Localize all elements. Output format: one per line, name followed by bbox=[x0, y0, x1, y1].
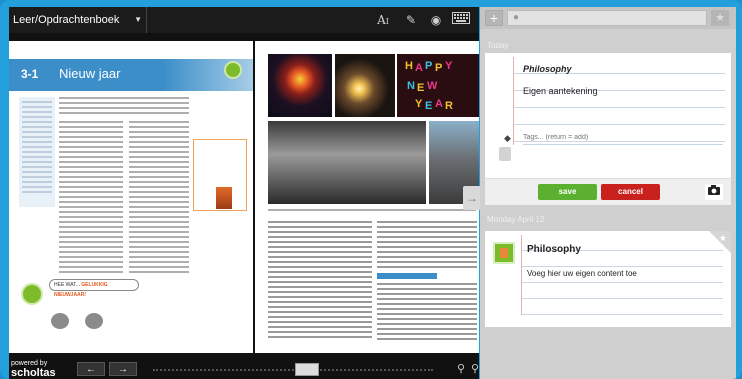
photo-caption bbox=[268, 209, 476, 214]
margin-column bbox=[19, 97, 55, 207]
zoom-in-icon[interactable]: ⚲ bbox=[455, 362, 467, 376]
scrubber-handle[interactable] bbox=[295, 363, 319, 376]
powered-by-label: powered by bbox=[11, 360, 48, 367]
brand-logo: scholtas bbox=[11, 367, 56, 379]
note-card-body: Voeg hier uw eigen content toe bbox=[527, 269, 637, 278]
page-navigation-bar: powered by scholtas ← → ⚲ ⚲ bbox=[9, 360, 479, 379]
section-heading bbox=[377, 273, 437, 279]
tag-filter-input[interactable]: ● bbox=[507, 10, 707, 26]
app-frame: Leer/Opdrachtenboek ▼ AI ✎ ◉ 3-1 Nieuw j… bbox=[0, 0, 742, 379]
note-editor: Philosophy Eigen aantekening ◆ save canc… bbox=[485, 53, 731, 205]
note-marker-icon[interactable] bbox=[224, 61, 242, 79]
intro-text bbox=[59, 97, 189, 117]
star-icon[interactable]: ★ bbox=[719, 233, 727, 244]
notes-panel: + ● ★ Today Philosophy Eigen aantekening… bbox=[480, 7, 736, 379]
star-filter-button[interactable]: ★ bbox=[711, 10, 729, 26]
bird-illustration bbox=[51, 313, 69, 329]
sparkler-photo bbox=[335, 54, 395, 117]
cartoon-illustration bbox=[29, 289, 141, 349]
chevron-down-icon: ▼ bbox=[134, 15, 142, 24]
column-2-text bbox=[377, 221, 477, 271]
viewer-toolbar: Leer/Opdrachtenboek ▼ AI ✎ ◉ bbox=[9, 7, 479, 33]
book-select[interactable]: Leer/Opdrachtenboek ▼ bbox=[9, 7, 147, 33]
tag-icon: ◆ bbox=[504, 133, 511, 143]
column-1-text bbox=[268, 221, 372, 341]
bird-illustration bbox=[85, 313, 103, 329]
fireworks-photo bbox=[268, 54, 332, 117]
margin-text bbox=[22, 101, 52, 196]
camera-icon[interactable] bbox=[705, 184, 723, 200]
note-card-title: Philosophy bbox=[527, 244, 581, 255]
date-label: Monday April 12 bbox=[487, 215, 545, 224]
note-title-field[interactable]: Philosophy bbox=[523, 64, 572, 74]
previous-page-button[interactable]: ← bbox=[77, 362, 105, 376]
date-label: Today bbox=[487, 41, 509, 50]
barbed-wire-photo bbox=[268, 121, 426, 204]
note-thumbnail bbox=[493, 242, 515, 264]
note-marker-icon bbox=[499, 147, 511, 161]
editor-actions: save cancel bbox=[485, 178, 731, 205]
add-note-button[interactable]: + bbox=[485, 10, 503, 26]
save-button[interactable]: save bbox=[538, 184, 597, 200]
cancel-button[interactable]: cancel bbox=[601, 184, 660, 200]
page-scrubber[interactable] bbox=[153, 369, 433, 371]
column-2-text bbox=[129, 121, 189, 276]
chapter-title: Nieuw jaar bbox=[59, 66, 121, 81]
note-body-field[interactable]: Eigen aantekening bbox=[523, 86, 598, 96]
eye-icon[interactable]: ◉ bbox=[427, 11, 445, 29]
happy-new-year-photo: H A P P Y N E W Y E A R bbox=[397, 54, 479, 117]
keyboard-icon[interactable] bbox=[450, 11, 472, 29]
book-page-left: 3-1 Nieuw jaar HEE WAT... GELUKKIG NIEUW… bbox=[9, 41, 253, 353]
notes-toolbar: + ● ★ bbox=[480, 7, 736, 29]
chapter-number: 3-1 bbox=[21, 67, 39, 81]
text-size-icon[interactable]: AI bbox=[374, 11, 392, 29]
tags-input[interactable] bbox=[523, 131, 723, 145]
book-select-label: Leer/Opdrachtenboek bbox=[13, 14, 120, 26]
note-card[interactable]: Philosophy Voeg hier uw eigen content to… bbox=[485, 231, 731, 327]
collapse-panel-button[interactable]: → bbox=[463, 186, 481, 210]
speech-text: HEE WAT... bbox=[54, 282, 80, 288]
chapter-header: 3-1 Nieuw jaar bbox=[9, 59, 253, 91]
tag-icon: ● bbox=[513, 12, 520, 23]
pen-icon[interactable]: ✎ bbox=[402, 11, 420, 29]
next-page-button[interactable]: → bbox=[109, 362, 137, 376]
figure-image bbox=[216, 187, 232, 209]
column-1-text bbox=[59, 121, 123, 276]
column-2-text bbox=[377, 283, 477, 343]
book-viewer: Leer/Opdrachtenboek ▼ AI ✎ ◉ 3-1 Nieuw j… bbox=[9, 7, 479, 379]
book-page-right: H A P P Y N E W Y E A R bbox=[255, 41, 479, 353]
